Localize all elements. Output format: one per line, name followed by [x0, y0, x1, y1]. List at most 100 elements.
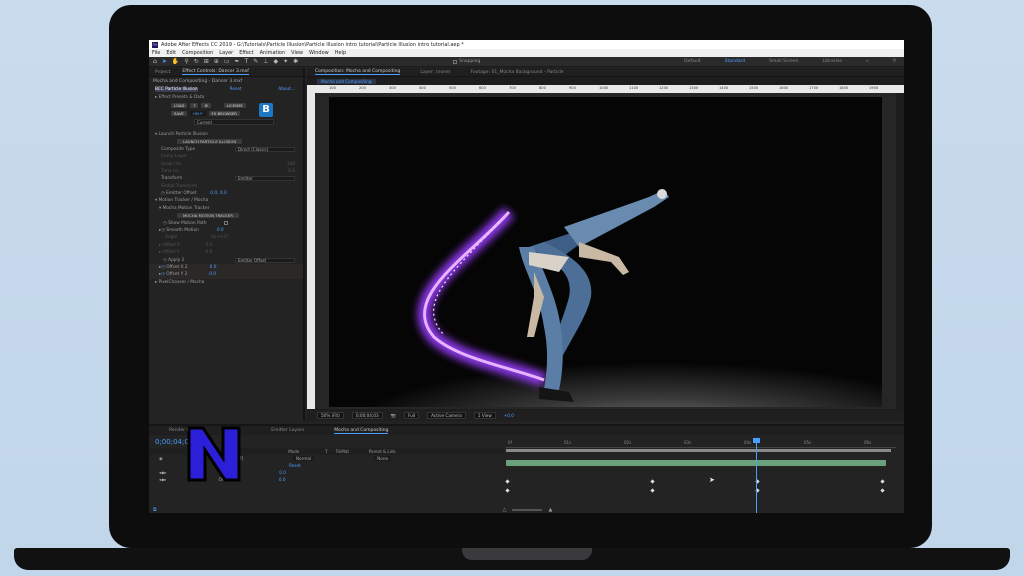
brush-tool-icon[interactable]: ✎: [253, 58, 258, 65]
views-dropdown[interactable]: 1 View: [473, 412, 496, 419]
time-ruler[interactable]: 0f 01s 02s 03s 04s 05s 06s: [506, 438, 896, 448]
stopwatch-active-icon[interactable]: ◷: [161, 265, 165, 270]
composite-type-dropdown[interactable]: Direct (Classic): [235, 146, 295, 152]
clone-tool-icon[interactable]: ⊥: [263, 58, 268, 65]
stopwatch-icon[interactable]: ◷: [161, 191, 165, 196]
license-button[interactable]: LICENSE: [223, 102, 246, 108]
workspace-standard[interactable]: Standard: [725, 59, 745, 64]
overflow-icon[interactable]: »: [866, 59, 869, 64]
time-value[interactable]: 0.0: [288, 169, 295, 174]
presets-group[interactable]: ▸ Effect Presets & Data: [149, 93, 303, 100]
show-motion-path-checkbox[interactable]: [224, 221, 229, 226]
exposure-value[interactable]: +0.0: [504, 413, 514, 418]
layer-duration-bar[interactable]: [506, 460, 886, 466]
scale-value[interactable]: 100: [287, 162, 295, 167]
keyframe-nav-icon[interactable]: ◂◆▸: [159, 477, 166, 482]
composition-viewer[interactable]: [315, 93, 896, 409]
emitter-offset-value[interactable]: 0.0, 0.0: [210, 191, 226, 196]
launch-particle-illusion-button[interactable]: LAUNCH PARTICLE ILLUSION: [177, 139, 243, 145]
snapping-checkbox[interactable]: [453, 59, 458, 64]
motion-tracker-group[interactable]: ▾ Motion Tracker / Mocha: [149, 197, 303, 204]
menu-edit[interactable]: Edit: [166, 50, 176, 56]
layer-parent-dropdown[interactable]: None: [374, 456, 392, 461]
help-q-button[interactable]: ?: [190, 102, 199, 108]
hand-tool-icon[interactable]: ✋: [172, 58, 179, 65]
keyframe-nav-icon[interactable]: ◂◆▸: [159, 470, 166, 475]
smooth-motion-value[interactable]: 0.0: [217, 228, 224, 233]
selection-tool-icon[interactable]: ➤: [162, 58, 167, 65]
stopwatch-active-icon[interactable]: ◷: [161, 272, 165, 277]
effect-row[interactable]: BCC Particle Illusion Reset About...: [149, 86, 303, 93]
zoom-tool-icon[interactable]: ⚲: [184, 58, 188, 65]
menu-view[interactable]: View: [291, 50, 303, 56]
current-time-indicator[interactable]: [756, 438, 757, 513]
menu-file[interactable]: File: [152, 50, 160, 56]
angle-value[interactable]: 0x+0.0°: [211, 235, 229, 240]
workspace-small-screen[interactable]: Small Screen: [769, 59, 798, 64]
camera-dropdown[interactable]: Active Camera: [427, 412, 466, 419]
offset-x-value[interactable]: 0.0: [206, 243, 213, 248]
reset-link[interactable]: Reset: [289, 463, 301, 468]
settings-button[interactable]: ⚙: [201, 102, 211, 108]
roto-tool-icon[interactable]: ✦: [283, 58, 288, 65]
col-mode[interactable]: Mode: [288, 449, 299, 454]
mask-tool-icon[interactable]: ▭: [224, 58, 230, 65]
workspace-default[interactable]: Default: [684, 59, 700, 64]
property-value[interactable]: 0.0: [279, 470, 286, 475]
mocha-motion-tracker-button[interactable]: MOCHA MOTION TRACKER: [177, 213, 239, 219]
col-t[interactable]: T: [325, 449, 327, 454]
launch-group[interactable]: ▾ Launch Particle Illusion: [149, 131, 303, 138]
stopwatch-icon[interactable]: ◷: [163, 258, 167, 263]
menu-layer[interactable]: Layer: [219, 50, 233, 56]
transform-dropdown[interactable]: Emitter: [235, 176, 295, 182]
eraser-tool-icon[interactable]: ◆: [273, 58, 278, 65]
tab-emitter-layers[interactable]: Emitter Layers: [271, 428, 304, 433]
pixelchooser-group[interactable]: ▸ PixelChooser / Mocha: [149, 279, 303, 286]
reset-link[interactable]: Reset: [230, 87, 242, 92]
rotate-tool-icon[interactable]: ↻: [194, 58, 199, 65]
keyframe[interactable]: [650, 488, 655, 493]
keyframe[interactable]: [505, 488, 510, 493]
comp-subtab[interactable]: Mocha and Compositing: [317, 78, 376, 84]
offset-y-value[interactable]: 0.0: [205, 250, 212, 255]
magnification-dropdown[interactable]: 50% (Fit): [317, 412, 344, 419]
camera-snapshot-icon[interactable]: 📷: [391, 413, 396, 419]
tab-composition[interactable]: Composition: Mocha and Compositing: [315, 69, 401, 75]
toggle-switches-icon[interactable]: ⧉: [153, 507, 157, 513]
col-parent[interactable]: Parent & Link: [369, 449, 396, 454]
menu-composition[interactable]: Composition: [182, 50, 213, 56]
offset-x-2-value[interactable]: 0.0: [210, 265, 217, 270]
stopwatch-icon[interactable]: ◷: [163, 221, 167, 226]
timeline-track-area[interactable]: 0f 01s 02s 03s 04s 05s 06s ➤: [504, 438, 904, 513]
search-icon[interactable]: ⚲: [893, 59, 896, 64]
resolution-dropdown[interactable]: Full: [403, 412, 420, 419]
tab-footage[interactable]: Footage: 01_Mocha Background - Particle: [470, 70, 563, 75]
viewer-timecode[interactable]: 0;00;04;03: [351, 412, 383, 419]
zoom-in-icon[interactable]: ▲: [548, 507, 552, 513]
menu-effect[interactable]: Effect: [239, 50, 253, 56]
help-button[interactable]: HELP: [189, 110, 206, 116]
camera-tool-icon[interactable]: ⊞: [204, 58, 209, 65]
pen-tool-icon[interactable]: ✒: [235, 58, 240, 65]
layer-mode-dropdown[interactable]: Normal: [293, 456, 315, 461]
work-area-bar[interactable]: [506, 449, 891, 452]
tab-mocha-compositing[interactable]: Mocha and Compositing: [334, 428, 389, 434]
tab-layer[interactable]: Layer: (none): [420, 70, 450, 75]
keyframe[interactable]: [880, 488, 885, 493]
menu-help[interactable]: Help: [335, 50, 346, 56]
save-button[interactable]: SAVE: [171, 110, 187, 116]
home-icon[interactable]: ⌂: [153, 58, 157, 65]
preset-dropdown[interactable]: Current: [194, 118, 274, 125]
video-frame[interactable]: [329, 97, 882, 407]
stopwatch-icon[interactable]: ◷: [161, 228, 165, 233]
keyframe[interactable]: [880, 479, 885, 484]
col-trkmat[interactable]: TrkMat: [336, 449, 349, 454]
property-value[interactable]: 0.0: [279, 477, 286, 482]
menu-window[interactable]: Window: [309, 50, 329, 56]
zoom-out-icon[interactable]: △: [503, 507, 507, 513]
puppet-tool-icon[interactable]: ✱: [293, 58, 298, 65]
snapping-toggle[interactable]: Snapping: [453, 59, 480, 64]
effect-name[interactable]: BCC Particle Illusion: [155, 87, 198, 93]
apply-2-dropdown[interactable]: Emitter Offset: [235, 257, 295, 263]
about-link[interactable]: About...: [278, 87, 295, 92]
